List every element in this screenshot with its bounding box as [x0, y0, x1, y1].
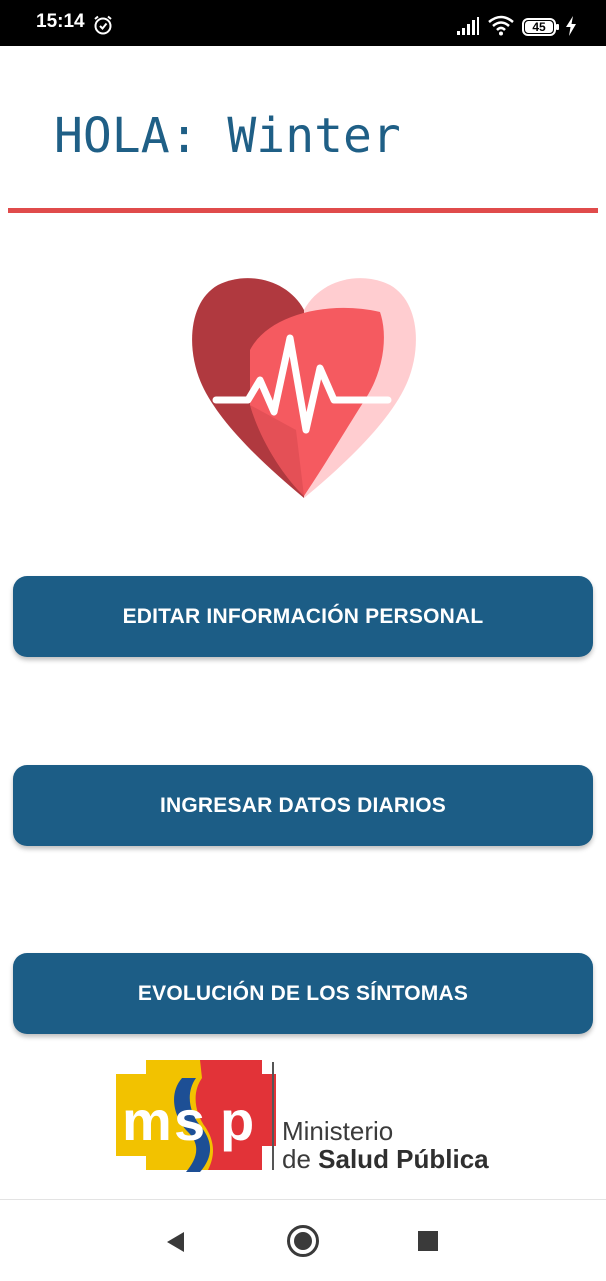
daily-data-button[interactable]: INGRESAR DATOS DIARIOS	[13, 765, 593, 846]
recent-apps-icon[interactable]	[418, 1231, 438, 1251]
logo-line1: Ministerio	[282, 1116, 394, 1146]
logo-line2-bold: Salud Pública	[318, 1144, 489, 1174]
home-icon[interactable]	[286, 1224, 320, 1258]
charging-icon	[566, 16, 576, 36]
symptoms-evolution-button[interactable]: EVOLUCIÓN DE LOS SÍNTOMAS	[13, 953, 593, 1034]
wifi-icon	[488, 15, 514, 36]
heart-pulse-icon	[192, 278, 416, 498]
logo-line2: de Salud Pública	[282, 1144, 489, 1175]
back-icon[interactable]	[164, 1230, 186, 1254]
svg-text:s: s	[174, 1089, 205, 1152]
header-divider	[8, 208, 598, 213]
edit-personal-info-label: EDITAR INFORMACIÓN PERSONAL	[122, 604, 484, 628]
svg-text:m: m	[122, 1089, 172, 1152]
svg-text:p: p	[220, 1089, 254, 1152]
battery-icon: 45	[522, 18, 560, 36]
signal-icon	[457, 17, 479, 35]
greeting-title: HOLA: Winter	[54, 108, 401, 164]
status-time: 15:14	[36, 11, 85, 32]
edit-personal-info-button[interactable]: EDITAR INFORMACIÓN PERSONAL	[13, 576, 593, 657]
navigation-bar	[0, 1199, 606, 1281]
logo-line2-prefix: de	[282, 1144, 319, 1174]
alarm-icon	[94, 15, 112, 35]
symptoms-evolution-label: EVOLUCIÓN DE LOS SÍNTOMAS	[137, 981, 469, 1005]
status-bar: 15:14 45	[0, 0, 606, 46]
battery-level: 45	[532, 20, 546, 34]
daily-data-label: INGRESAR DATOS DIARIOS	[160, 793, 446, 817]
